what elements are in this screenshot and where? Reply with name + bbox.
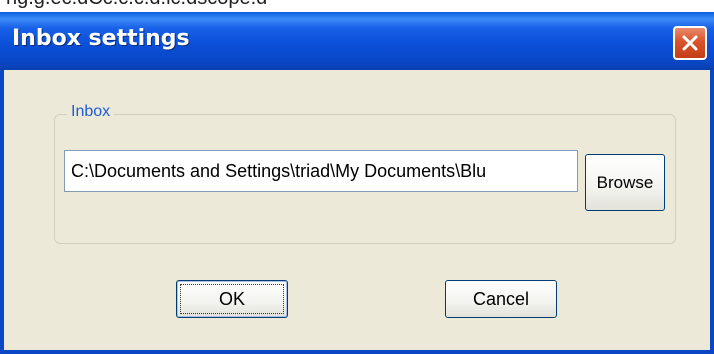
ok-button[interactable]: OK xyxy=(176,280,288,318)
window-frame-bottom xyxy=(0,350,714,354)
cancel-button[interactable]: Cancel xyxy=(445,280,557,318)
background-window-strip: ng.g.ec.dCc.c.c.d.lc.dscope.d xyxy=(0,0,714,12)
close-icon xyxy=(681,34,699,52)
close-button[interactable] xyxy=(673,26,707,60)
window-frame-left xyxy=(0,70,4,354)
background-window-text: ng.g.ec.dCc.c.c.d.lc.dscope.d xyxy=(6,0,267,10)
inbox-group-label: Inbox xyxy=(67,103,115,121)
browse-button[interactable]: Browse xyxy=(585,154,665,211)
inbox-path-field[interactable] xyxy=(64,150,578,192)
title-bar[interactable]: Inbox settings xyxy=(0,12,714,70)
window-frame-right xyxy=(710,70,714,354)
window-title: Inbox settings xyxy=(12,26,190,51)
